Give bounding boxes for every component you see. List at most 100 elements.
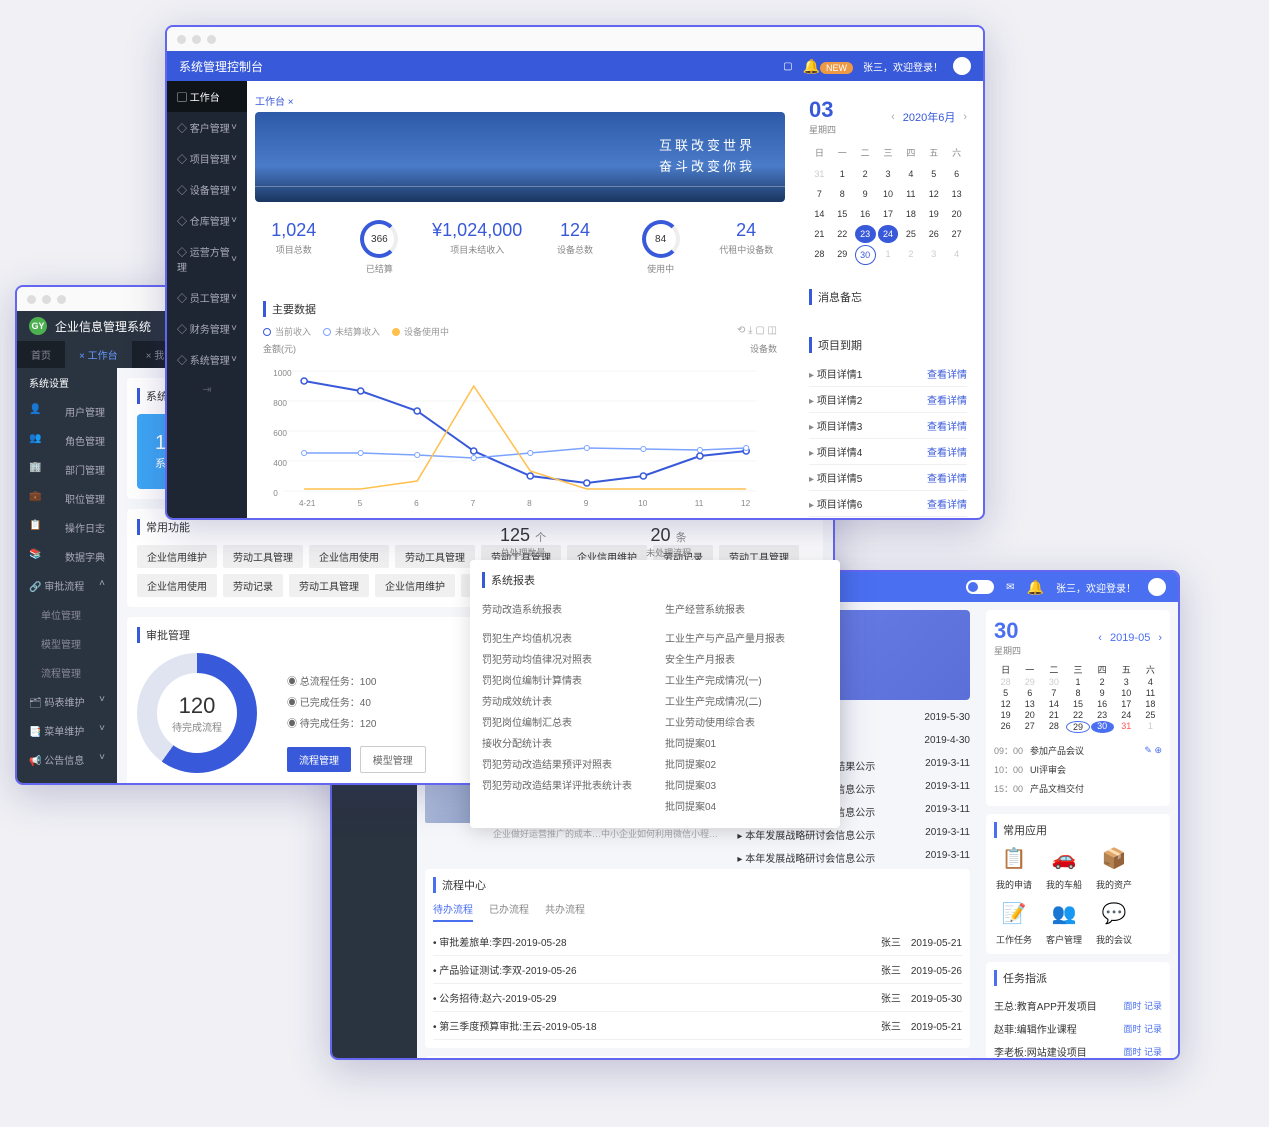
app-shortcut[interactable]: 📦我的资产 [1094, 846, 1134, 891]
sidebar-workbench[interactable]: ▢ 工作台 [167, 81, 247, 112]
report-link[interactable]: 工业劳动使用综合表 [665, 711, 828, 732]
expire-item[interactable]: 项目详情6查看详情 [809, 491, 967, 517]
sidebar-project[interactable]: ◇ 项目管理˅ [167, 143, 247, 174]
expire-item[interactable]: 项目详情2查看详情 [809, 387, 967, 413]
sidebar-dept[interactable]: 🏢 部门管理 [17, 455, 117, 484]
announcement-item[interactable]: ▸ 本年发展战略研讨会信息公示2019-3-11 [737, 846, 970, 869]
expire-item[interactable]: 项目详情3查看详情 [809, 413, 967, 439]
chart-toolbar[interactable]: ⟲ ⤓ ▢ ◫ [737, 325, 777, 338]
sidebar-dict[interactable]: 📚 数据字典 [17, 542, 117, 571]
sidebar-customer[interactable]: ◇ 客户管理˅ [167, 112, 247, 143]
sidebar-operator[interactable]: ◇ 运营方管理˅ [167, 236, 247, 282]
app-shortcut[interactable]: 💬我的会议 [1094, 901, 1134, 946]
report-link[interactable]: 罚犯岗位编制汇总表 [482, 711, 645, 732]
sidebar-users[interactable]: 👤 用户管理 [17, 397, 117, 426]
assign-item[interactable]: 王总:教育APP开发项目面时 记录 [994, 994, 1162, 1017]
app-shortcut[interactable]: 📝工作任务 [994, 901, 1034, 946]
schedule-item[interactable]: 09：00参加产品会议✎ ⊕ [994, 741, 1162, 760]
report-link[interactable]: 罚犯劳动改造结果详评批表统计表 [482, 774, 645, 795]
func-tag[interactable]: 企业信用维护 [137, 545, 217, 568]
sidebar-system[interactable]: ◇ 系统管理˅ [167, 344, 247, 375]
sidebar-finance[interactable]: ◇ 财务管理˅ [167, 313, 247, 344]
expire-item[interactable]: 项目详情5查看详情 [809, 465, 967, 491]
mail-icon[interactable]: ✉ [1006, 582, 1014, 593]
report-link[interactable]: 批同提案01 [665, 732, 828, 753]
avatar[interactable] [1148, 578, 1166, 596]
sidebar-position[interactable]: 💼 职位管理 [17, 484, 117, 513]
right-column: 03星期四 ‹2020年6月› 日一二三四五六 31123456 7891011… [793, 81, 983, 518]
sidebar-device[interactable]: ◇ 设备管理˅ [167, 174, 247, 205]
report-link[interactable]: 劳动成效统计表 [482, 690, 645, 711]
report-link[interactable]: 罚犯岗位编制计算情表 [482, 669, 645, 690]
func-tag[interactable]: 劳动工具管理 [223, 545, 303, 568]
schedule-item[interactable]: 10：00UI评审会 [994, 760, 1162, 779]
window-icon[interactable]: ▢ [783, 61, 792, 72]
report-link[interactable]: 安全生产月报表 [665, 648, 828, 669]
flow-row[interactable]: • 公务招待:赵六-2019-05-29张三 2019-05-30 [433, 984, 962, 1012]
report-link[interactable]: 罚犯生产均值机况表 [482, 627, 645, 648]
sidebar-menu[interactable]: 📑 菜单维护˅ [17, 716, 117, 745]
func-tag[interactable]: 劳动工具管理 [395, 545, 475, 568]
flow-center-panel: 流程中心 待办流程 已办流程 共办流程 • 审批差旅单:李四-2019-05-2… [425, 869, 970, 1048]
flow-mgmt-button[interactable]: 流程管理 [287, 747, 351, 772]
sidebar-log[interactable]: 📋 操作日志 [17, 513, 117, 542]
expire-item[interactable]: 项目详情1查看详情 [809, 361, 967, 387]
sidebar-admin[interactable]: ⚙ 后台管理˅ [17, 774, 117, 785]
sidebar-unit[interactable]: 单位管理 [17, 600, 117, 629]
expire-item[interactable]: 项目详情7查看详情 [809, 517, 967, 520]
avatar[interactable] [953, 57, 971, 75]
report-link[interactable]: 工业生产与产品产量月报表 [665, 627, 828, 648]
flow-row[interactable]: • 审批差旅单:李四-2019-05-28张三 2019-05-21 [433, 928, 962, 956]
report-link[interactable]: 工业生产完成情况(一) [665, 669, 828, 690]
bell-icon[interactable]: 🔔 [803, 58, 820, 74]
prev-month-icon[interactable]: ‹ [891, 111, 895, 123]
report-link[interactable]: 工业生产完成情况(二) [665, 690, 828, 711]
sidebar-approval[interactable]: 🔗 审批流程˄ [17, 571, 117, 600]
tab-home[interactable]: 首页 [17, 341, 65, 368]
tab-done[interactable]: 已办流程 [489, 901, 529, 922]
schedule-item[interactable]: 15：00产品文档交付 [994, 779, 1162, 798]
report-link[interactable]: 批同提案03 [665, 774, 828, 795]
sidebar-model[interactable]: 模型管理 [17, 629, 117, 658]
assign-item[interactable]: 赵菲:编辑作业课程面时 记录 [994, 1017, 1162, 1040]
tab-shared[interactable]: 共办流程 [545, 901, 585, 922]
flow-row[interactable]: • 产品验证测试:李双-2019-05-26张三 2019-05-26 [433, 956, 962, 984]
next-month[interactable]: › [1158, 632, 1162, 644]
report-link[interactable]: 罚犯劳动均值律况对照表 [482, 648, 645, 669]
func-tag[interactable]: 企业信用使用 [137, 574, 217, 597]
func-tag[interactable]: 企业信用维护 [375, 574, 455, 597]
app-shortcut[interactable]: 📋我的申请 [994, 846, 1034, 891]
model-mgmt-button[interactable]: 模型管理 [360, 746, 426, 773]
sidebar-flow[interactable]: 流程管理 [17, 658, 117, 687]
collapse-icon[interactable]: ⇥ [167, 375, 247, 404]
assign-item[interactable]: 李老板:网站建设项目面时 记录 [994, 1040, 1162, 1060]
report-link[interactable]: 批同提案04 [665, 795, 828, 816]
sidebar-roles[interactable]: 👥 角色管理 [17, 426, 117, 455]
func-tag[interactable]: 企业信用使用 [309, 545, 389, 568]
report-popup: 系统报表 劳动改造系统报表 罚犯生产均值机况表 罚犯劳动均值律况对照表 罚犯岗位… [470, 560, 840, 828]
func-tag[interactable]: 劳动记录 [223, 574, 283, 597]
calendar-panel: 30星期四 ‹2019-05› 日一二三四五六 2829301234 56789… [986, 610, 1170, 806]
sidebar-warehouse[interactable]: ◇ 仓库管理˅ [167, 205, 247, 236]
next-month-icon[interactable]: › [963, 111, 967, 123]
tab-workbench[interactable]: × 工作台 [65, 341, 132, 368]
sidebar-staff[interactable]: ◇ 员工管理˅ [167, 282, 247, 313]
report-link[interactable]: 接收分配统计表 [482, 732, 645, 753]
report-link[interactable]: 罚犯劳动改造结果预评对照表 [482, 753, 645, 774]
func-tag[interactable]: 劳动工具管理 [289, 574, 369, 597]
prev-month[interactable]: ‹ [1098, 632, 1102, 644]
app-shortcut[interactable]: 👥客户管理 [1044, 901, 1084, 946]
tab-pending[interactable]: 待办流程 [433, 901, 473, 922]
sidebar-notice[interactable]: 📢 公告信息˅ [17, 745, 117, 774]
app-shortcut[interactable]: 🚗我的车船 [1044, 846, 1084, 891]
flow-row[interactable]: • 第三季度预算审批:王云-2019-05-18张三 2019-05-21 [433, 1012, 962, 1040]
theme-toggle[interactable] [966, 580, 994, 594]
expire-item[interactable]: 项目详情4查看详情 [809, 439, 967, 465]
report-col-title: 劳动改造系统报表 [482, 598, 645, 619]
bell-icon[interactable]: 🔔 [1027, 579, 1044, 596]
task-stat: ◉ 已完成任务：40 [287, 694, 426, 709]
svg-text:600: 600 [273, 429, 287, 438]
sidebar-codetable[interactable]: 🗂 码表维护˅ [17, 687, 117, 716]
report-link[interactable]: 批同提案02 [665, 753, 828, 774]
breadcrumb-tab[interactable]: 工作台 × [255, 89, 785, 112]
